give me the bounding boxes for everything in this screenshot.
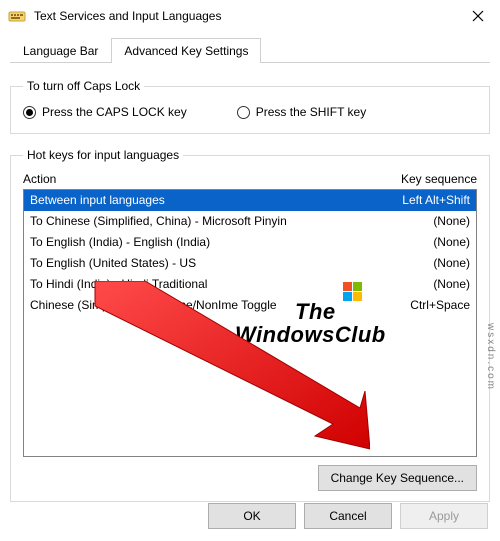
list-action: To English (United States) - US: [30, 255, 370, 272]
tab-label: Advanced Key Settings: [124, 44, 248, 58]
tab-label: Language Bar: [23, 44, 98, 58]
close-icon: [472, 10, 484, 22]
list-action: Chinese (Simplified) IME - Ime/NonIme To…: [30, 297, 370, 314]
caps-lock-legend: To turn off Caps Lock: [23, 79, 144, 93]
list-item[interactable]: To English (United States) - US (None): [24, 253, 476, 274]
change-key-sequence-button[interactable]: Change Key Sequence...: [318, 465, 477, 491]
list-item[interactable]: Chinese (Simplified) IME - Ime/NonIme To…: [24, 295, 476, 316]
hotkeys-header: Action Key sequence: [23, 172, 477, 186]
list-seq: (None): [370, 276, 470, 293]
list-seq: Left Alt+Shift: [370, 192, 470, 209]
tab-panel: To turn off Caps Lock Press the CAPS LOC…: [10, 73, 490, 502]
apply-button[interactable]: Apply: [400, 503, 488, 529]
keyboard-icon: [8, 7, 26, 25]
radio-label: Press the CAPS LOCK key: [42, 105, 187, 119]
tab-language-bar[interactable]: Language Bar: [10, 38, 111, 63]
radio-label: Press the SHIFT key: [256, 105, 366, 119]
tab-strip: Language Bar Advanced Key Settings: [10, 32, 490, 63]
hotkeys-list[interactable]: Between input languages Left Alt+Shift T…: [23, 189, 477, 457]
watermark-side: wsxdn.com: [485, 323, 496, 391]
list-item[interactable]: To Hindi (India) - Hindi Traditional (No…: [24, 274, 476, 295]
hotkeys-legend: Hot keys for input languages: [23, 148, 183, 162]
hotkeys-group: Hot keys for input languages Action Key …: [10, 148, 490, 502]
ok-button[interactable]: OK: [208, 503, 296, 529]
cancel-button[interactable]: Cancel: [304, 503, 392, 529]
column-action: Action: [23, 172, 357, 186]
list-action: Between input languages: [30, 192, 370, 209]
radio-press-shift[interactable]: Press the SHIFT key: [237, 105, 366, 119]
column-key-sequence: Key sequence: [357, 172, 477, 186]
titlebar: Text Services and Input Languages: [0, 0, 500, 32]
caps-lock-group: To turn off Caps Lock Press the CAPS LOC…: [10, 79, 490, 134]
radio-press-caps-lock[interactable]: Press the CAPS LOCK key: [23, 105, 187, 119]
radio-icon: [23, 106, 36, 119]
list-seq: Ctrl+Space: [370, 297, 470, 314]
dialog-buttons: OK Cancel Apply: [208, 503, 488, 529]
list-action: To English (India) - English (India): [30, 234, 370, 251]
list-item[interactable]: Between input languages Left Alt+Shift: [24, 190, 476, 211]
list-action: To Chinese (Simplified, China) - Microso…: [30, 213, 370, 230]
list-seq: (None): [370, 234, 470, 251]
list-action: To Hindi (India) - Hindi Traditional: [30, 276, 370, 293]
close-button[interactable]: [455, 0, 500, 32]
tab-advanced-key-settings[interactable]: Advanced Key Settings: [111, 38, 261, 63]
list-item[interactable]: To Chinese (Simplified, China) - Microso…: [24, 211, 476, 232]
radio-icon: [237, 106, 250, 119]
window-title: Text Services and Input Languages: [34, 9, 221, 23]
list-seq: (None): [370, 213, 470, 230]
list-item[interactable]: To English (India) - English (India) (No…: [24, 232, 476, 253]
list-seq: (None): [370, 255, 470, 272]
